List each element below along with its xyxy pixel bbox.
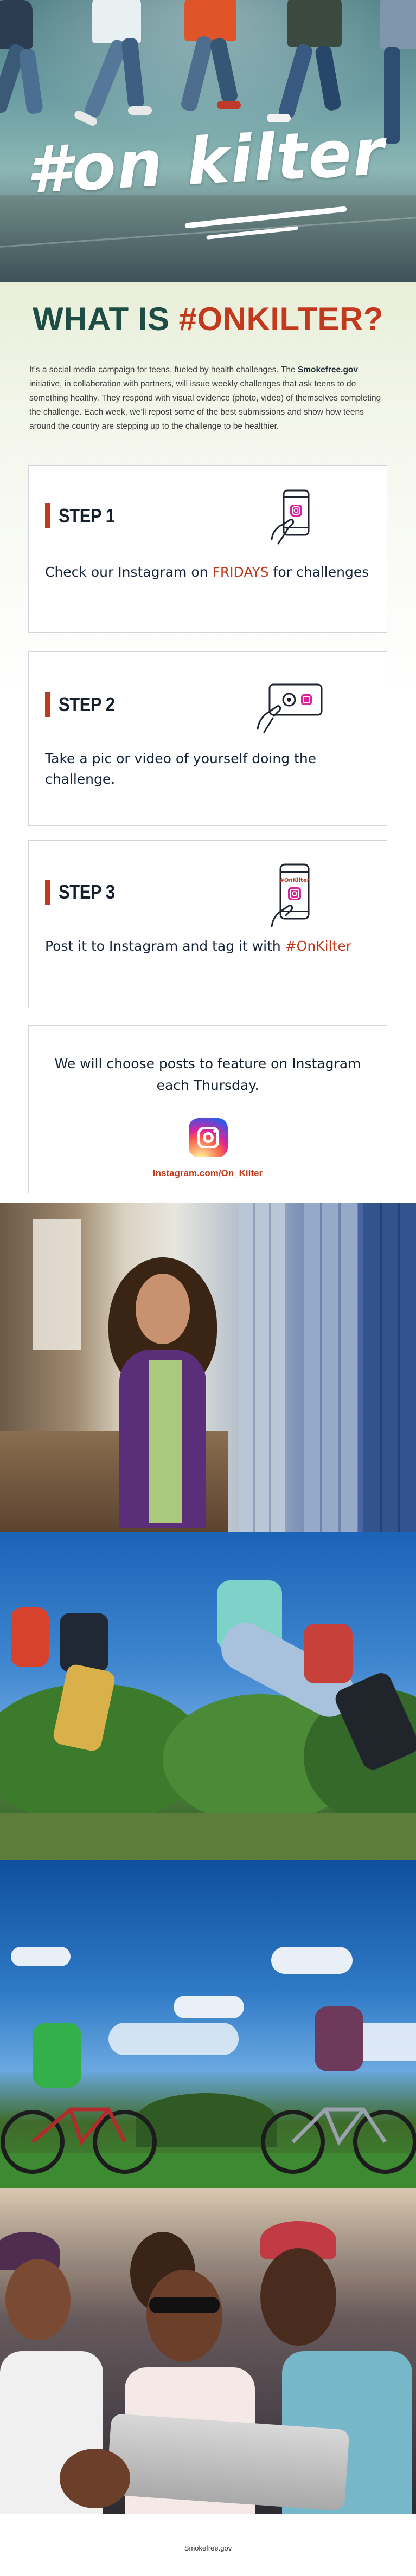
teen-figure bbox=[304, 1624, 353, 1683]
hero-jumper bbox=[0, 0, 60, 141]
step-text-start: Post it to Instagram and tag it with bbox=[45, 938, 285, 954]
step-heading: STEP 1 bbox=[45, 503, 124, 528]
step-label: STEP 1 bbox=[59, 505, 115, 527]
cloud bbox=[174, 1996, 244, 2018]
intro-section: WHAT IS #ONKILTER? It’s a social media c… bbox=[0, 282, 416, 1203]
step-label: STEP 2 bbox=[59, 693, 115, 715]
step-heading: STEP 2 bbox=[45, 692, 124, 717]
step-marker bbox=[45, 692, 50, 717]
phone-instagram-icon bbox=[271, 489, 310, 545]
intro-paragraph: It’s a social media campaign for teens, … bbox=[29, 363, 387, 434]
step-text-start: Check our Instagram on bbox=[45, 564, 213, 580]
instagram-icon[interactable] bbox=[189, 1118, 228, 1157]
intro-text-end: initiative, in collaboration with partne… bbox=[29, 379, 381, 431]
step-text: Post it to Instagram and tag it with #On… bbox=[45, 936, 351, 957]
sunglasses bbox=[149, 2297, 220, 2313]
lockers bbox=[239, 1203, 287, 1532]
teen-face bbox=[260, 2248, 336, 2346]
footer: Smokefree.gov bbox=[0, 2514, 416, 2576]
phone-camera-icon bbox=[257, 683, 323, 733]
photo-hallway bbox=[0, 1203, 416, 1532]
step-text-hashtag: #OnKilter bbox=[285, 938, 351, 954]
phone-hashtag-icon: #OnKilter bbox=[271, 863, 310, 927]
cloud bbox=[11, 1947, 71, 1966]
step-marker bbox=[45, 880, 50, 905]
hand bbox=[60, 2449, 130, 2508]
teen-face bbox=[146, 2270, 222, 2362]
feature-card: We will choose posts to feature on Insta… bbox=[28, 1025, 387, 1193]
phone-hashtag-text: #OnKilter bbox=[279, 877, 309, 883]
step-text: Check our Instagram on FRIDAYS for chall… bbox=[45, 562, 369, 583]
student-shirt bbox=[149, 1360, 182, 1523]
hero-banner: #on kilter bbox=[0, 0, 416, 282]
step-card-1: STEP 1 Check our Instagram on FRIDAYS fo… bbox=[28, 465, 387, 633]
ground bbox=[0, 1813, 416, 1860]
lockers bbox=[304, 1203, 358, 1532]
page: #on kilter WHAT IS #ONKILTER? It’s a soc… bbox=[0, 0, 416, 2576]
background-hills bbox=[0, 2205, 416, 2270]
smartphone bbox=[106, 2413, 350, 2512]
title-prefix: WHAT IS bbox=[33, 301, 179, 337]
photo-group-selfie bbox=[0, 2188, 416, 2514]
cloud bbox=[108, 2023, 239, 2055]
cloud bbox=[271, 1947, 353, 1974]
cyclist bbox=[315, 2006, 363, 2071]
step-text-highlight: FRIDAYS bbox=[212, 564, 269, 580]
teen-face bbox=[5, 2259, 71, 2340]
step-text-end: for challenges bbox=[268, 564, 369, 580]
photo-bike-riders bbox=[0, 1860, 416, 2188]
lockers bbox=[363, 1203, 416, 1532]
hero-jumper bbox=[73, 0, 168, 141]
instagram-link[interactable]: Instagram.com/On_Kilter bbox=[29, 1168, 387, 1179]
hero-jumper bbox=[174, 0, 255, 141]
step-card-3: STEP 3 #OnKilter Post it to Instagram an… bbox=[28, 840, 387, 1008]
feature-text: We will choose posts to feature on Insta… bbox=[54, 1056, 361, 1093]
photo-jumping-friends bbox=[0, 1532, 416, 1860]
bicycle-icon bbox=[1, 2107, 157, 2174]
intro-smokefree: Smokefree.gov bbox=[297, 365, 359, 375]
step-label: STEP 3 bbox=[59, 881, 115, 903]
title-hashtag: #ONKILTER? bbox=[178, 301, 383, 337]
page-title: WHAT IS #ONKILTER? bbox=[0, 300, 416, 338]
footer-site-name: Smokefree.gov bbox=[184, 2544, 232, 2552]
student-face bbox=[136, 1274, 190, 1344]
hallway-window bbox=[33, 1219, 81, 1350]
step-card-2: STEP 2 Take a pic or video of yourself d… bbox=[28, 651, 387, 826]
intro-text-start: It’s a social media campaign for teens, … bbox=[29, 365, 298, 375]
teen-figure bbox=[60, 1613, 108, 1673]
step-marker bbox=[45, 503, 50, 528]
bicycle-icon bbox=[261, 2107, 416, 2174]
step-heading: STEP 3 bbox=[45, 880, 124, 905]
step-text: Take a pic or video of yourself doing th… bbox=[45, 751, 317, 787]
teen-figure bbox=[11, 1607, 49, 1667]
